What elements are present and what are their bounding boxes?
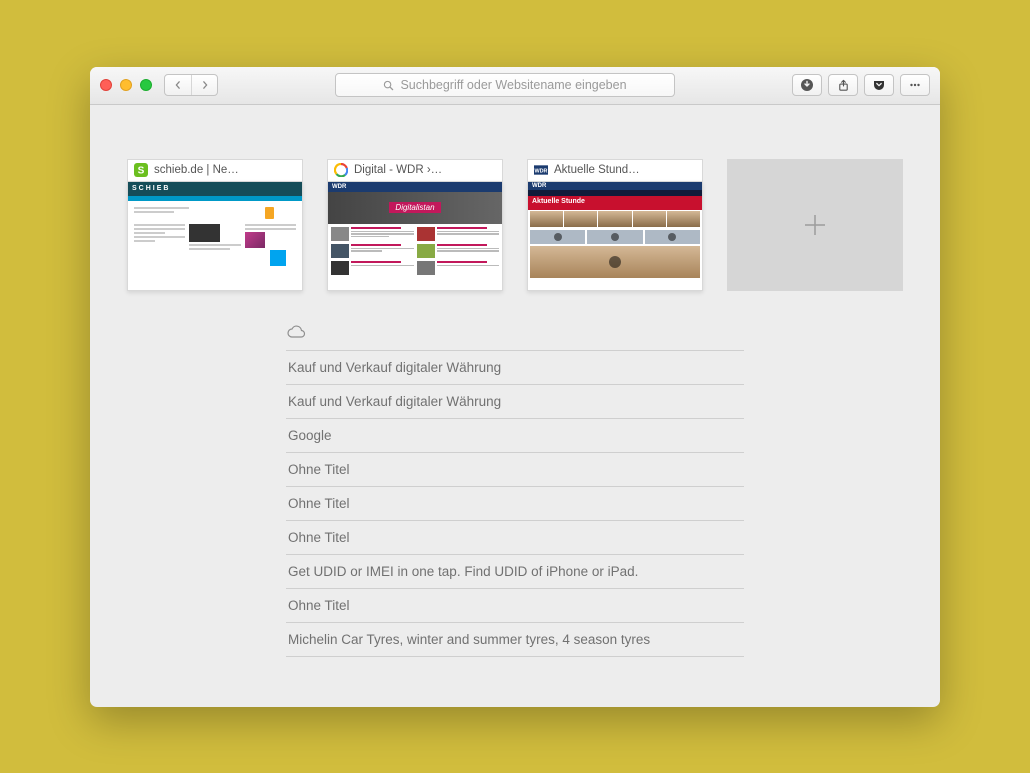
- wdr-label: WDR: [532, 183, 546, 189]
- reading-list-label: Michelin Car Tyres, winter and summer ty…: [288, 632, 650, 647]
- reading-list-item[interactable]: Google: [286, 418, 744, 452]
- reading-list-item[interactable]: Kauf und Verkauf digitaler Währung: [286, 384, 744, 418]
- address-placeholder: Suchbegriff oder Websitename eingeben: [400, 78, 626, 92]
- reading-list-item[interactable]: Ohne Titel: [286, 452, 744, 486]
- reading-list-label: Ohne Titel: [288, 496, 350, 511]
- back-button[interactable]: [165, 75, 191, 95]
- window-controls: [100, 79, 152, 91]
- toolbar: Suchbegriff oder Websitename eingeben: [90, 67, 940, 105]
- favorite-thumbnail: WDR Digitalistan: [327, 181, 503, 291]
- reading-list-label: Ohne Titel: [288, 462, 350, 477]
- plus-icon: [801, 211, 829, 239]
- more-button[interactable]: [900, 74, 930, 96]
- pocket-icon: [872, 78, 886, 92]
- reading-list-item[interactable]: Kauf und Verkauf digitaler Währung: [286, 350, 744, 384]
- favorite-thumbnail: SCHIEB: [127, 181, 303, 291]
- reading-list-item[interactable]: Michelin Car Tyres, winter and summer ty…: [286, 622, 744, 657]
- favorite-thumbnail: WDR Aktuelle Stunde: [527, 181, 703, 291]
- banner-label: Aktuelle Stunde: [528, 196, 702, 210]
- search-icon: [383, 80, 394, 91]
- reading-list-item[interactable]: Ohne Titel: [286, 486, 744, 520]
- chevron-left-icon: [174, 81, 182, 89]
- chevron-right-icon: [201, 81, 209, 89]
- favorites-row: S schieb.de | Ne… SCHIEB: [90, 105, 940, 315]
- browser-window: Suchbegriff oder Websitename eingeben: [90, 67, 940, 707]
- reading-list-item[interactable]: Ohne Titel: [286, 520, 744, 554]
- minimize-window-button[interactable]: [120, 79, 132, 91]
- address-bar[interactable]: Suchbegriff oder Websitename eingeben: [335, 73, 675, 97]
- favicon-schieb: S: [134, 163, 148, 177]
- reading-list-label: Ohne Titel: [288, 530, 350, 545]
- reading-list: Kauf und Verkauf digitaler Währung Kauf …: [286, 325, 744, 657]
- favorite-tile-aktuelle-stunde[interactable]: WDR Aktuelle Stund… WDR Aktuelle Stunde: [527, 159, 703, 291]
- forward-button[interactable]: [191, 75, 217, 95]
- pocket-button[interactable]: [864, 74, 894, 96]
- share-icon: [837, 79, 850, 92]
- reading-list-label: Kauf und Verkauf digitaler Währung: [288, 394, 501, 409]
- favorite-header: S schieb.de | Ne…: [127, 159, 303, 181]
- svg-text:S: S: [138, 166, 145, 177]
- share-button[interactable]: [828, 74, 858, 96]
- favicon-google: [334, 163, 348, 177]
- favorite-title: Aktuelle Stund…: [554, 164, 640, 176]
- fullscreen-window-button[interactable]: [140, 79, 152, 91]
- cloud-icon: [286, 325, 744, 344]
- downloads-button[interactable]: [792, 74, 822, 96]
- favorite-title: schieb.de | Ne…: [154, 164, 239, 176]
- toolbar-right: [792, 74, 930, 96]
- favorite-header: Digital - WDR ›…: [327, 159, 503, 181]
- reading-list-item[interactable]: Ohne Titel: [286, 588, 744, 622]
- close-window-button[interactable]: [100, 79, 112, 91]
- favorite-header: WDR Aktuelle Stund…: [527, 159, 703, 181]
- add-favorite-tile[interactable]: [727, 159, 903, 291]
- hero-label: Digitalistan: [389, 202, 440, 213]
- start-page: S schieb.de | Ne… SCHIEB: [90, 105, 940, 707]
- more-icon: [908, 78, 922, 92]
- reading-list-label: Ohne Titel: [288, 598, 350, 613]
- download-icon: [800, 78, 814, 92]
- nav-buttons: [164, 74, 218, 96]
- favorite-tile-schieb[interactable]: S schieb.de | Ne… SCHIEB: [127, 159, 303, 291]
- reading-list-item[interactable]: Get UDID or IMEI in one tap. Find UDID o…: [286, 554, 744, 588]
- reading-list-label: Kauf und Verkauf digitaler Währung: [288, 360, 501, 375]
- reading-list-label: Get UDID or IMEI in one tap. Find UDID o…: [288, 564, 638, 579]
- svg-text:WDR: WDR: [535, 168, 548, 174]
- favorite-tile-wdr-digital[interactable]: Digital - WDR ›… WDR Digitalistan: [327, 159, 503, 291]
- favorite-title: Digital - WDR ›…: [354, 164, 442, 176]
- favicon-wdr: WDR: [534, 163, 548, 177]
- reading-list-label: Google: [288, 428, 332, 443]
